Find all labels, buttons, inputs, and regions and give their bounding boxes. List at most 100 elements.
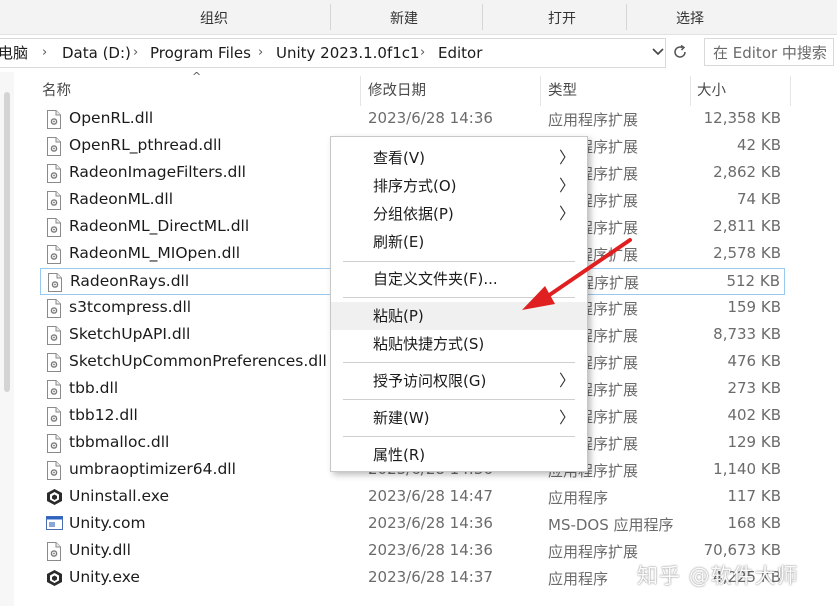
breadcrumb-chevron-icon[interactable]: › <box>258 39 263 67</box>
menu-separator <box>343 399 575 400</box>
menu-separator <box>343 436 575 437</box>
file-name: RadeonML_MIOpen.dll <box>69 244 241 262</box>
file-row[interactable]: OpenRL.dll 2023/6/28 14:36 应用程序扩展 12,358 KB <box>40 106 785 133</box>
file-name: tbbmalloc.dll <box>69 433 170 451</box>
menu-item-label: 粘贴快捷方式(S) <box>373 335 485 353</box>
file-date: 2023/6/28 14:47 <box>368 487 493 505</box>
column-header-type[interactable]: 类型 <box>548 76 577 106</box>
file-name: tbb.dll <box>69 379 119 397</box>
breadcrumb-pc[interactable]: 电脑 <box>0 39 28 67</box>
chevron-right-icon: 〉 <box>558 176 575 195</box>
ribbon-group-select[interactable]: 选择 <box>676 8 704 28</box>
menu-separator <box>343 297 575 298</box>
context-menu: 查看(V) 〉 排序方式(O) 〉 分组依据(P) 〉 刷新(E) 自定义文件夹… <box>330 136 588 472</box>
file-size: 1,140 KB <box>713 460 781 478</box>
menu-item-group-by[interactable]: 分组依据(P) 〉 <box>331 200 587 228</box>
dll-file-icon <box>47 273 63 292</box>
dll-file-icon <box>46 137 62 156</box>
dll-file-icon <box>46 299 62 318</box>
column-header-date[interactable]: 修改日期 <box>368 76 426 106</box>
column-separator[interactable] <box>790 76 791 106</box>
file-name: Unity.com <box>69 514 146 532</box>
file-name: Unity.exe <box>69 568 140 586</box>
menu-item-new[interactable]: 新建(W) 〉 <box>331 404 587 432</box>
file-size: 70,673 KB <box>703 541 781 559</box>
dll-file-icon <box>46 326 62 345</box>
ribbon-group-organize[interactable]: 组织 <box>200 8 228 28</box>
file-size: 2,578 KB <box>713 244 781 262</box>
column-header-size[interactable]: 大小 <box>697 76 726 106</box>
file-type: 应用程序扩展 <box>548 543 639 561</box>
file-name: OpenRL_pthread.dll <box>69 136 222 154</box>
file-name: RadeonML_DirectML.dll <box>69 217 250 235</box>
file-size: 2,862 KB <box>713 163 781 181</box>
menu-item-give-access[interactable]: 授予访问权限(G) 〉 <box>331 367 587 395</box>
file-name: RadeonImageFilters.dll <box>69 163 246 181</box>
search-placeholder: 在 Editor 中搜索 <box>713 44 827 62</box>
dll-file-icon <box>46 218 62 237</box>
menu-item-paste-shortcut[interactable]: 粘贴快捷方式(S) <box>331 330 587 358</box>
breadcrumb-program-files[interactable]: Program Files <box>150 39 251 67</box>
file-date: 2023/6/28 14:36 <box>368 109 493 127</box>
menu-item-label: 分组依据(P) <box>373 205 454 223</box>
dll-file-icon <box>46 110 62 129</box>
menu-item-label: 查看(V) <box>373 149 425 167</box>
menu-item-properties[interactable]: 属性(R) <box>331 441 587 469</box>
breadcrumb-unity[interactable]: Unity 2023.1.0f1c1 <box>276 39 420 67</box>
ribbon-group-open[interactable]: 打开 <box>548 8 576 28</box>
com-file-icon <box>46 515 63 534</box>
menu-item-label: 刷新(E) <box>373 233 425 251</box>
column-separator[interactable] <box>360 76 361 106</box>
file-size: 117 KB <box>727 487 781 505</box>
menu-item-customize-folder[interactable]: 自定义文件夹(F)... <box>331 265 587 293</box>
navigation-pane-scrollbar[interactable] <box>0 72 14 606</box>
chevron-right-icon: 〉 <box>558 204 575 223</box>
dll-file-icon <box>46 407 62 426</box>
file-size: 129 KB <box>727 433 781 451</box>
file-size: 273 KB <box>727 379 781 397</box>
menu-item-label: 授予访问权限(G) <box>373 372 487 390</box>
menu-item-refresh[interactable]: 刷新(E) <box>331 228 587 256</box>
file-size: 2,811 KB <box>713 217 781 235</box>
menu-item-view[interactable]: 查看(V) 〉 <box>331 144 587 172</box>
ribbon-separator <box>330 4 331 30</box>
file-size: 12,358 KB <box>703 109 781 127</box>
menu-item-paste[interactable]: 粘贴(P) <box>331 302 587 330</box>
file-date: 2023/6/28 14:36 <box>368 541 493 559</box>
column-header-name[interactable]: 名称 <box>42 76 71 106</box>
breadcrumb-drive[interactable]: Data (D:) <box>62 39 131 67</box>
file-size: 402 KB <box>727 406 781 424</box>
file-row[interactable]: Uninstall.exe 2023/6/28 14:47 应用程序 117 KB <box>40 484 785 511</box>
dll-file-icon <box>46 380 62 399</box>
ribbon-group-new[interactable]: 新建 <box>390 8 418 28</box>
dll-file-icon <box>46 191 62 210</box>
file-size: 476 KB <box>727 352 781 370</box>
file-size: 8,733 KB <box>713 325 781 343</box>
file-name: SketchUpCommonPreferences.dll <box>69 352 327 370</box>
breadcrumb-chevron-icon[interactable]: › <box>420 39 425 67</box>
breadcrumb-chevron-icon[interactable]: › <box>133 39 138 67</box>
file-size: 168 KB <box>727 514 781 532</box>
breadcrumb-chevron-icon[interactable]: › <box>42 39 47 67</box>
column-separator[interactable] <box>690 76 691 106</box>
file-name: umbraoptimizer64.dll <box>69 460 236 478</box>
address-bar[interactable]: 电脑 › Data (D:) › Program Files › Unity 2… <box>0 38 666 68</box>
file-size: 74 KB <box>737 190 781 208</box>
scrollbar-thumb[interactable] <box>4 92 10 392</box>
menu-separator <box>343 362 575 363</box>
column-separator[interactable] <box>540 76 541 106</box>
menu-item-label: 属性(R) <box>373 446 426 464</box>
menu-item-sort-by[interactable]: 排序方式(O) 〉 <box>331 172 587 200</box>
breadcrumb-editor[interactable]: Editor <box>438 39 482 67</box>
file-name: Uninstall.exe <box>69 487 169 505</box>
search-input[interactable]: 在 Editor 中搜索 <box>704 38 834 66</box>
file-size: 42 KB <box>737 136 781 154</box>
file-name: Unity.dll <box>69 541 131 559</box>
file-date: 2023/6/28 14:37 <box>368 568 493 586</box>
refresh-icon[interactable] <box>669 38 691 66</box>
file-size: 159 KB <box>727 298 781 316</box>
dll-file-icon <box>46 164 62 183</box>
chevron-down-icon[interactable] <box>648 38 668 66</box>
file-row[interactable]: Unity.com 2023/6/28 14:36 MS-DOS 应用程序 168 K… <box>40 511 785 538</box>
file-type: MS-DOS 应用程序 <box>548 516 674 534</box>
